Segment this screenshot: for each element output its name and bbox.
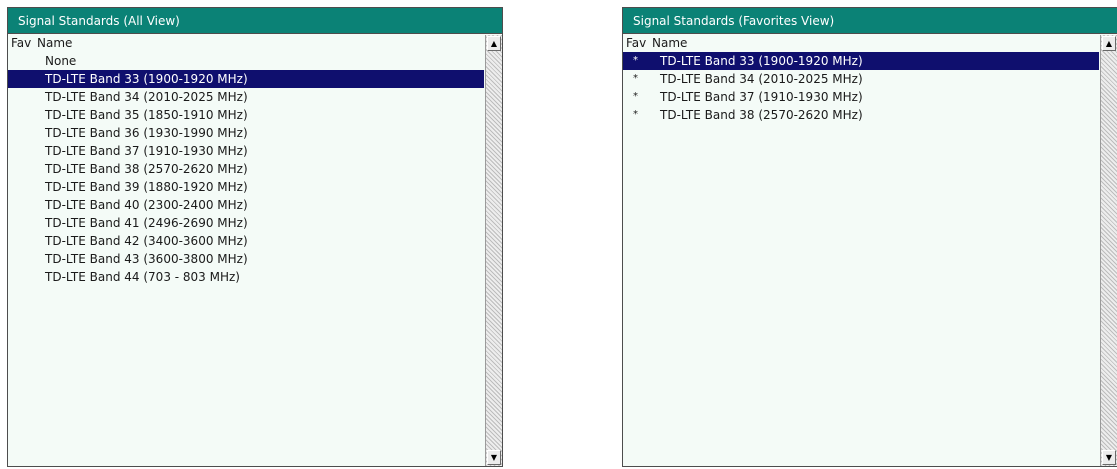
favorite-marker[interactable]: *	[633, 52, 653, 70]
signal-standard-name: TD-LTE Band 33 (1900-1920 MHz)	[45, 72, 248, 86]
signal-standard-name: TD-LTE Band 37 (1910-1930 MHz)	[660, 90, 863, 104]
column-header-fav[interactable]: Fav	[626, 35, 646, 52]
signal-standard-name: TD-LTE Band 34 (2010-2025 MHz)	[660, 72, 863, 86]
list-item[interactable]: * TD-LTE Band 34 (2010-2025 MHz)	[623, 70, 1099, 88]
signal-standard-name: TD-LTE Band 39 (1880-1920 MHz)	[45, 180, 248, 194]
signal-standard-name: TD-LTE Band 36 (1930-1990 MHz)	[45, 126, 248, 140]
list-item[interactable]: TD-LTE Band 44 (703 - 803 MHz)	[8, 268, 484, 286]
list-item[interactable]: TD-LTE Band 39 (1880-1920 MHz)	[8, 178, 484, 196]
list-item[interactable]: TD-LTE Band 37 (1910-1930 MHz)	[8, 142, 484, 160]
list-item[interactable]: * TD-LTE Band 38 (2570-2620 MHz)	[623, 106, 1099, 124]
list-item[interactable]: None	[8, 52, 484, 70]
column-header-name[interactable]: Name	[652, 35, 687, 52]
signal-standard-name: TD-LTE Band 37 (1910-1930 MHz)	[45, 144, 248, 158]
list-item[interactable]: TD-LTE Band 34 (2010-2025 MHz)	[8, 88, 484, 106]
list-item[interactable]: * TD-LTE Band 33 (1900-1920 MHz)	[623, 52, 1099, 70]
column-header-fav[interactable]: Fav	[11, 35, 31, 52]
list-item[interactable]: TD-LTE Band 38 (2570-2620 MHz)	[8, 160, 484, 178]
column-header: Fav Name	[623, 35, 1099, 52]
vertical-scrollbar[interactable]: ▲ ▼	[485, 35, 502, 466]
signal-standard-name: None	[45, 54, 77, 68]
scroll-down-icon[interactable]: ▼	[1102, 450, 1116, 465]
list-item[interactable]: TD-LTE Band 33 (1900-1920 MHz)	[8, 70, 484, 88]
signal-standard-name: TD-LTE Band 34 (2010-2025 MHz)	[45, 90, 248, 104]
signal-standard-name: TD-LTE Band 38 (2570-2620 MHz)	[45, 162, 248, 176]
signal-standards-favorites-view-panel: Signal Standards (Favorites View) Fav Na…	[622, 7, 1117, 467]
signal-standard-name: TD-LTE Band 43 (3600-3800 MHz)	[45, 252, 248, 266]
signal-standards-list: None TD-LTE Band 33 (1900-1920 MHz) TD-LTE…	[8, 52, 484, 466]
signal-standard-name: TD-LTE Band 38 (2570-2620 MHz)	[660, 108, 863, 122]
list-item[interactable]: TD-LTE Band 41 (2496-2690 MHz)	[8, 214, 484, 232]
list-item[interactable]: TD-LTE Band 35 (1850-1910 MHz)	[8, 106, 484, 124]
signal-standard-name: TD-LTE Band 42 (3400-3600 MHz)	[45, 234, 248, 248]
signal-standards-all-view-panel: Signal Standards (All View) Fav Name Non…	[7, 7, 503, 467]
column-header: Fav Name	[8, 35, 484, 52]
list-item[interactable]: * TD-LTE Band 37 (1910-1930 MHz)	[623, 88, 1099, 106]
list-item[interactable]: TD-LTE Band 43 (3600-3800 MHz)	[8, 250, 484, 268]
column-header-name[interactable]: Name	[37, 35, 72, 52]
signal-standard-name: TD-LTE Band 35 (1850-1910 MHz)	[45, 108, 248, 122]
signal-standard-name: TD-LTE Band 40 (2300-2400 MHz)	[45, 198, 248, 212]
vertical-scrollbar[interactable]: ▲ ▼	[1100, 35, 1117, 466]
signal-standard-name: TD-LTE Band 41 (2496-2690 MHz)	[45, 216, 248, 230]
signal-standard-name: TD-LTE Band 33 (1900-1920 MHz)	[660, 54, 863, 68]
list-item[interactable]: TD-LTE Band 42 (3400-3600 MHz)	[8, 232, 484, 250]
list-item[interactable]: TD-LTE Band 36 (1930-1990 MHz)	[8, 124, 484, 142]
scroll-down-icon[interactable]: ▼	[487, 450, 501, 465]
signal-standard-name: TD-LTE Band 44 (703 - 803 MHz)	[45, 270, 240, 284]
list-item[interactable]: TD-LTE Band 40 (2300-2400 MHz)	[8, 196, 484, 214]
panel-title: Signal Standards (Favorites View)	[623, 8, 1117, 34]
favorite-marker[interactable]: *	[633, 88, 653, 106]
favorites-list: * TD-LTE Band 33 (1900-1920 MHz) * TD-LTE B…	[623, 52, 1099, 466]
scroll-up-icon[interactable]: ▲	[1102, 36, 1116, 51]
scroll-up-icon[interactable]: ▲	[487, 36, 501, 51]
favorite-marker[interactable]: *	[633, 106, 653, 124]
panel-title: Signal Standards (All View)	[8, 8, 502, 34]
favorite-marker[interactable]: *	[633, 70, 653, 88]
